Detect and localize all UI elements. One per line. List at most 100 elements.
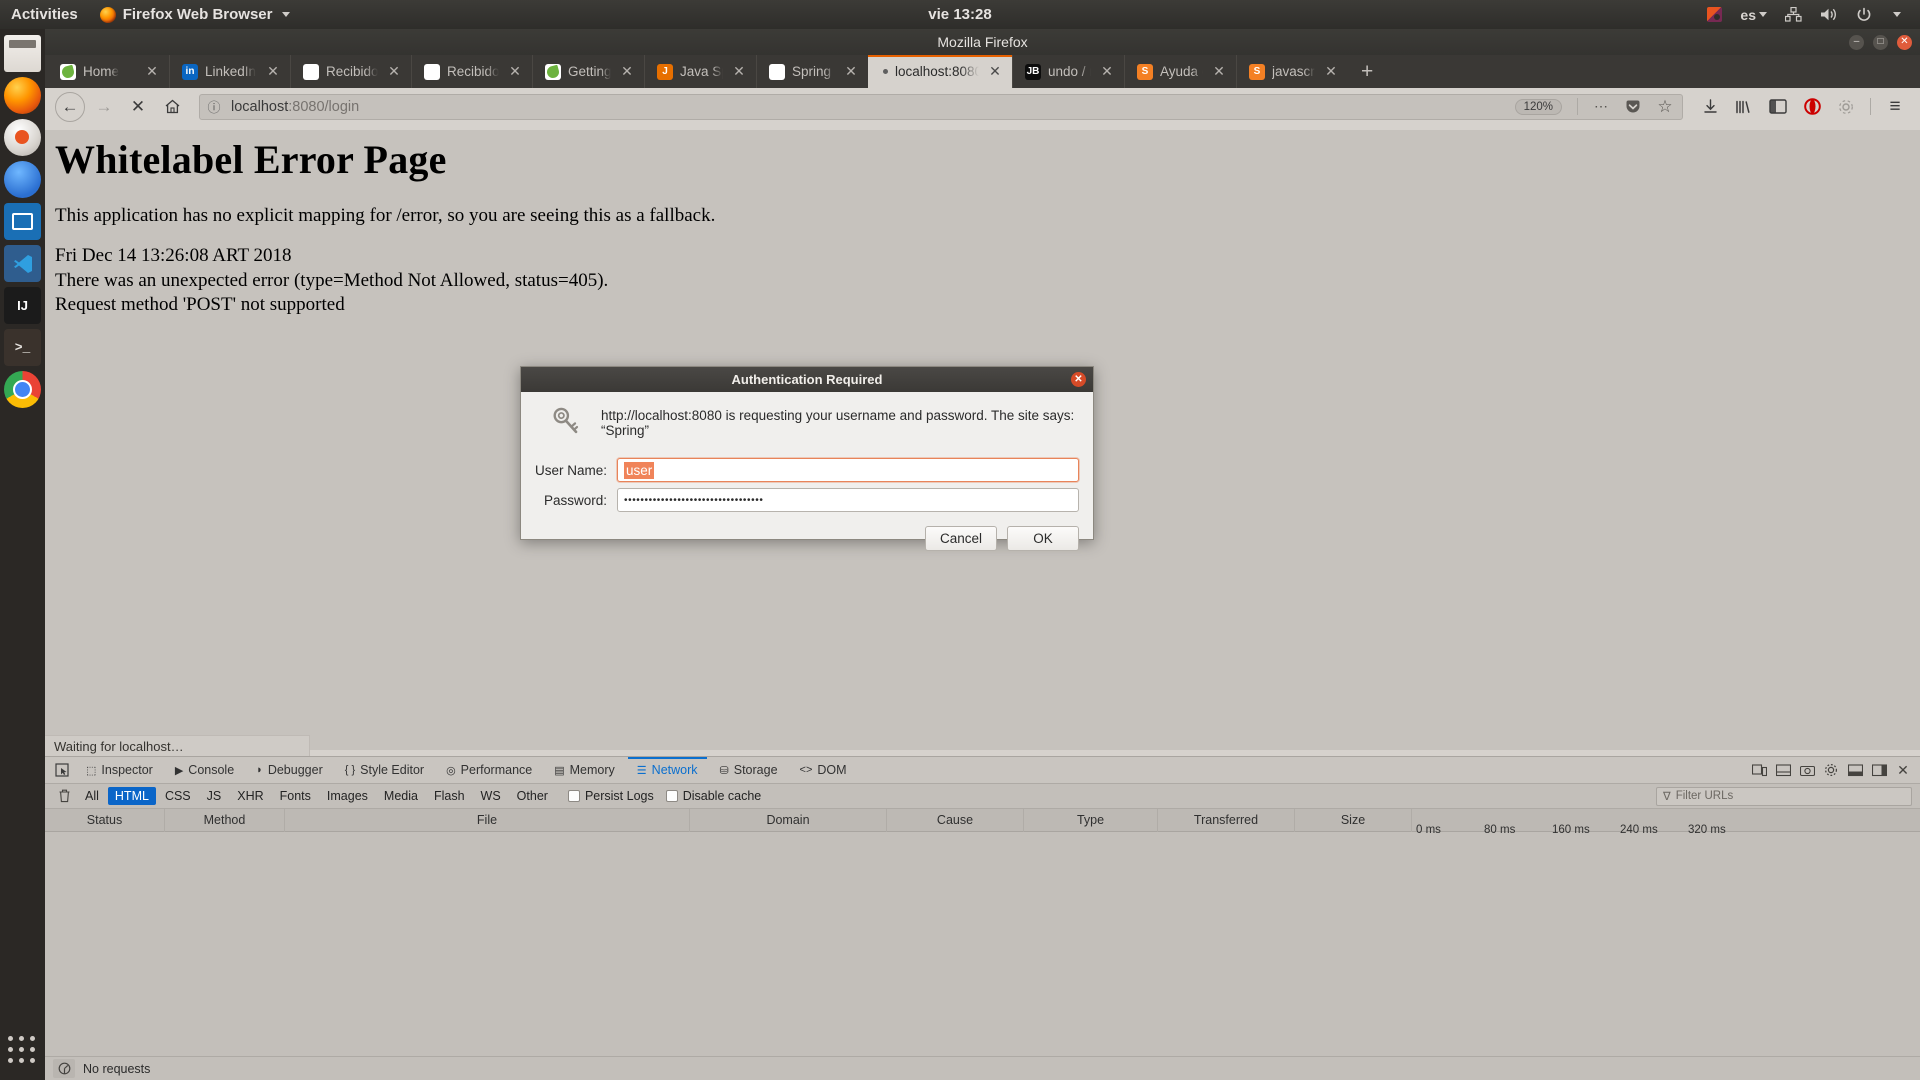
zoom-level-badge[interactable]: 120% — [1514, 98, 1562, 115]
password-input[interactable]: •••••••••••••••••••••••••••••••••• — [617, 488, 1079, 512]
tab-close-icon[interactable]: ✕ — [506, 63, 524, 81]
window-maximize-button[interactable]: □ — [1873, 34, 1888, 50]
tab-close-icon[interactable]: ✕ — [1098, 63, 1116, 81]
tab-close-icon[interactable]: ✕ — [1322, 63, 1340, 81]
app-menu-button[interactable]: Firefox Web Browser — [89, 0, 302, 29]
disable-cache-checkbox[interactable]: Disable cache — [665, 789, 761, 803]
column-header-status[interactable]: Status — [45, 808, 165, 832]
dock-item-intellij[interactable]: IJ — [4, 287, 41, 324]
tab-close-icon[interactable]: ✕ — [385, 63, 403, 81]
activities-button[interactable]: Activities — [0, 0, 89, 29]
dock-item-files[interactable] — [4, 35, 41, 72]
persist-logs-checkbox[interactable]: Persist Logs — [567, 789, 654, 803]
back-button[interactable]: ← — [55, 91, 85, 122]
devtools-tab-debugger[interactable]: ◗ Debugger — [245, 757, 334, 784]
tab-close-icon[interactable]: ✕ — [618, 63, 636, 81]
browser-tab[interactable]: Getting Started ✕ — [532, 55, 644, 88]
dock-bottom-icon[interactable] — [1844, 759, 1866, 781]
tab-close-icon[interactable]: ✕ — [143, 63, 161, 81]
browser-tab[interactable]: J Java Spring Security ✕ — [644, 55, 756, 88]
settings-gear-icon[interactable] — [1820, 759, 1842, 781]
username-input[interactable]: user — [617, 458, 1079, 482]
tab-close-icon[interactable]: ✕ — [842, 63, 860, 81]
dock-item-software[interactable] — [4, 119, 41, 156]
forward-button[interactable]: → — [89, 92, 119, 122]
network-filter-flash[interactable]: Flash — [427, 787, 472, 805]
filter-urls-input[interactable]: ∇ Filter URLs — [1656, 786, 1912, 806]
browser-tab[interactable]: Home ✕ — [48, 55, 169, 88]
devtools-tab-dom[interactable]: <> DOM — [789, 757, 858, 784]
dock-item-chrome[interactable] — [4, 371, 41, 408]
browser-tab[interactable]: localhost:8080/login ✕ — [868, 55, 1012, 88]
column-header-type[interactable]: Type — [1024, 808, 1158, 832]
browser-tab[interactable]: S Ayuda con Spring ✕ — [1124, 55, 1236, 88]
trash-icon[interactable] — [51, 785, 77, 807]
page-actions-icon[interactable]: ⋯ — [1589, 96, 1613, 118]
window-close-button[interactable]: ✕ — [1897, 34, 1912, 50]
network-filter-other[interactable]: Other — [510, 787, 555, 805]
browser-tab[interactable]: in LinkedIn ✕ — [169, 55, 290, 88]
download-icon[interactable] — [1695, 92, 1725, 122]
tab-close-icon[interactable]: ✕ — [1210, 63, 1228, 81]
window-minimize-button[interactable]: – — [1849, 34, 1864, 50]
ubuntu-indicator-icon[interactable] — [1698, 0, 1731, 29]
network-icon[interactable] — [1776, 0, 1811, 29]
network-filter-js[interactable]: JS — [200, 787, 229, 805]
column-header-size[interactable]: Size — [1295, 808, 1412, 832]
url-bar[interactable]: ⓘ localhost:8080/login 120% ⋯ ☆ — [199, 93, 1683, 120]
browser-tab[interactable]: M Recibidos - ignacio ✕ — [411, 55, 532, 88]
network-filter-images[interactable]: Images — [320, 787, 375, 805]
new-tab-button[interactable]: + — [1348, 55, 1386, 88]
network-request-list[interactable] — [45, 832, 1920, 1056]
volume-icon[interactable] — [1811, 0, 1847, 29]
tab-close-icon[interactable]: ✕ — [264, 63, 282, 81]
network-filter-xhr[interactable]: XHR — [230, 787, 270, 805]
cancel-button[interactable]: Cancel — [925, 526, 997, 551]
bookmark-star-icon[interactable]: ☆ — [1653, 96, 1677, 118]
network-filter-css[interactable]: CSS — [158, 787, 198, 805]
devtools-tab-storage[interactable]: ⛁ Storage — [709, 757, 789, 784]
responsive-design-icon[interactable] — [1748, 759, 1770, 781]
dock-side-icon[interactable] — [1868, 759, 1890, 781]
devtools-icon[interactable] — [1831, 92, 1861, 122]
browser-tab[interactable]: ● Spring Security with ✕ — [756, 55, 868, 88]
dock-item-firefox[interactable] — [4, 77, 41, 114]
dock-item-vscode[interactable] — [4, 245, 41, 282]
devtools-tab-memory[interactable]: ▤ Memory — [543, 757, 626, 784]
menu-icon[interactable]: ≡ — [1880, 92, 1910, 122]
browser-tab[interactable]: JB undo / redo – IDEs ✕ — [1012, 55, 1124, 88]
stop-button[interactable]: ✕ — [123, 92, 153, 122]
tab-close-icon[interactable]: ✕ — [986, 63, 1004, 81]
sidebar-icon[interactable] — [1763, 92, 1793, 122]
close-icon[interactable]: ✕ — [1071, 372, 1086, 387]
column-header-domain[interactable]: Domain — [690, 808, 887, 832]
system-menu-chevron-icon[interactable] — [1881, 0, 1910, 29]
identity-info-icon[interactable]: ⓘ — [205, 98, 223, 116]
column-header-file[interactable]: File — [285, 808, 690, 832]
dock-item-terminal[interactable]: >_ — [4, 329, 41, 366]
browser-tab[interactable]: M Recibidos (1) - ignacio ✕ — [290, 55, 411, 88]
element-picker-icon[interactable] — [49, 759, 75, 781]
network-throttling-icon[interactable] — [53, 1059, 75, 1078]
ok-button[interactable]: OK — [1007, 526, 1079, 551]
devtools-tab-performance[interactable]: ◎ Performance — [435, 757, 543, 784]
devtools-tab-network[interactable]: ☰ Network — [626, 756, 709, 784]
keyboard-layout-indicator[interactable]: es — [1731, 0, 1776, 29]
opera-icon[interactable] — [1797, 92, 1827, 122]
show-applications-button[interactable] — [7, 1036, 38, 1066]
network-filter-ws[interactable]: WS — [474, 787, 508, 805]
network-filter-media[interactable]: Media — [377, 787, 425, 805]
devtools-tab-style-editor[interactable]: { } Style Editor — [334, 757, 435, 784]
devtools-tab-console[interactable]: ▶ Console — [164, 757, 245, 784]
close-devtools-icon[interactable]: ✕ — [1892, 759, 1914, 781]
column-header-method[interactable]: Method — [165, 808, 285, 832]
network-filter-all[interactable]: All — [78, 787, 106, 805]
pocket-icon[interactable] — [1621, 96, 1645, 118]
column-header-transferred[interactable]: Transferred — [1158, 808, 1295, 832]
screenshot-icon[interactable] — [1796, 759, 1818, 781]
dock-item-bluefish[interactable] — [4, 203, 41, 240]
power-icon[interactable] — [1847, 0, 1881, 29]
network-filter-fonts[interactable]: Fonts — [273, 787, 318, 805]
split-console-icon[interactable] — [1772, 759, 1794, 781]
home-button[interactable] — [157, 92, 187, 122]
